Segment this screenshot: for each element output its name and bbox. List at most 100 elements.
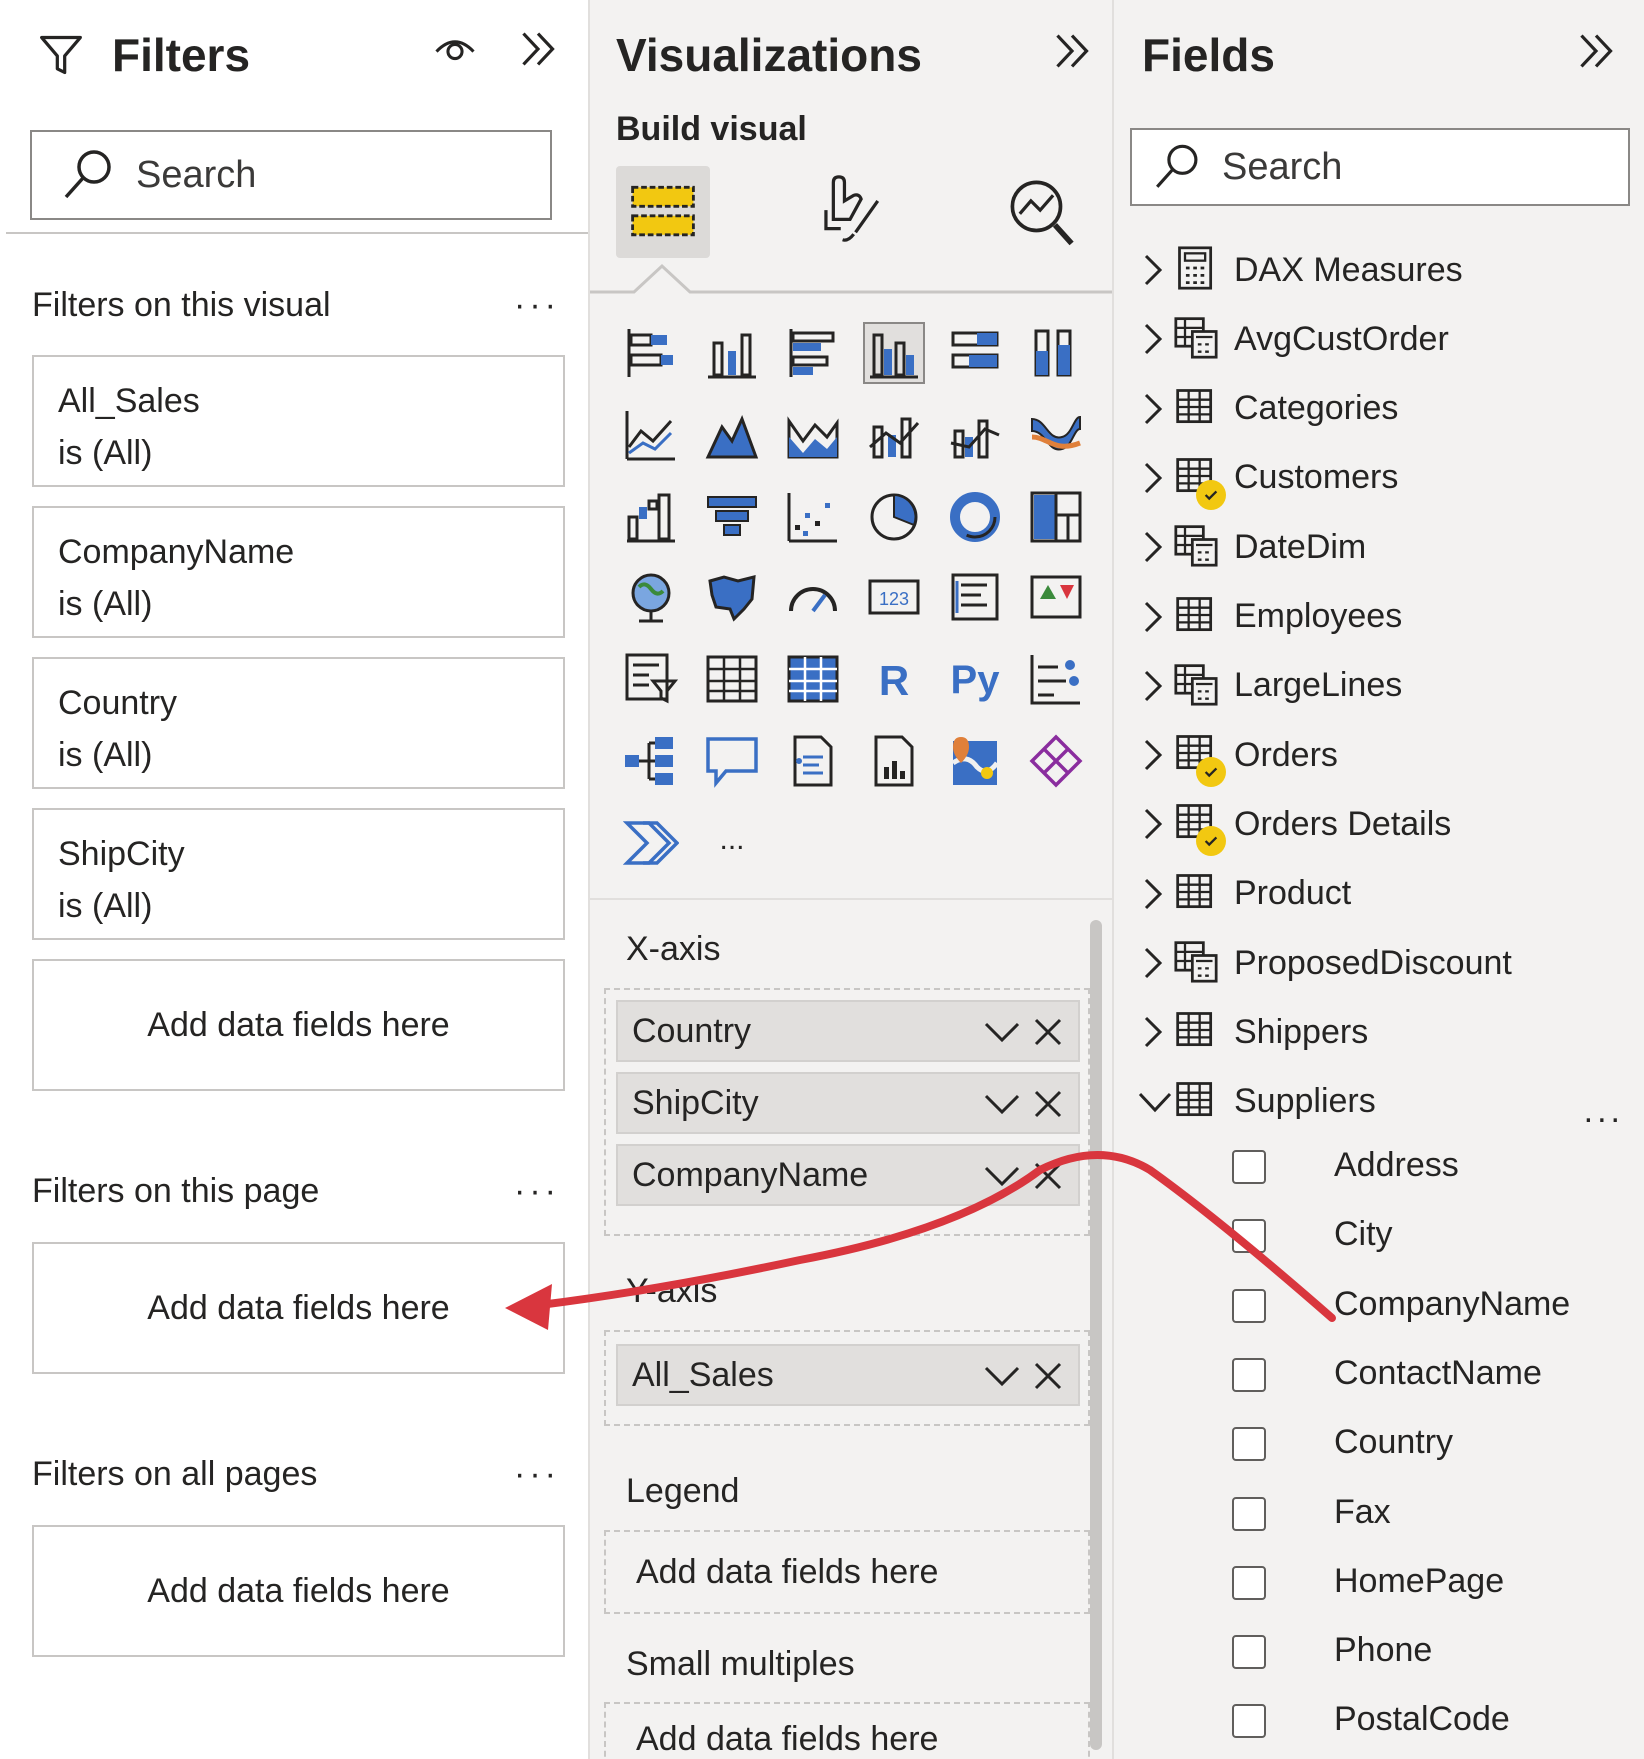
matrix-icon[interactable] <box>782 648 844 710</box>
chevron-right-icon[interactable] <box>1138 804 1168 844</box>
table-avgcustorder[interactable]: AvgCustOrder <box>1114 309 1644 369</box>
table-datedim[interactable]: DateDim <box>1114 517 1644 577</box>
field-checkbox[interactable] <box>1232 1150 1266 1184</box>
field-city[interactable]: City <box>1114 1207 1644 1267</box>
kpi-icon[interactable] <box>1025 566 1087 628</box>
field-checkbox[interactable] <box>1232 1427 1266 1462</box>
x-axis-field-country[interactable]: Country <box>616 1000 1080 1062</box>
field-checkbox[interactable] <box>1232 1219 1266 1254</box>
collapse-visualizations-icon[interactable] <box>1050 26 1094 76</box>
collapse-fields-icon[interactable] <box>1574 26 1618 76</box>
field-homepage[interactable]: HomePage <box>1114 1554 1644 1614</box>
line-chart-icon[interactable] <box>620 404 682 466</box>
all-pages-filters-drop-zone[interactable]: Add data fields here <box>32 1525 565 1657</box>
chevron-right-icon[interactable] <box>1138 250 1168 290</box>
eye-icon[interactable] <box>430 28 480 68</box>
field-checkbox[interactable] <box>1232 1288 1266 1323</box>
close-icon[interactable] <box>1030 1014 1066 1050</box>
chevron-right-icon[interactable] <box>1138 319 1168 359</box>
azure-map-icon[interactable] <box>944 730 1006 792</box>
stacked-column-chart-icon[interactable] <box>701 322 763 384</box>
build-visual-tab[interactable] <box>616 166 710 258</box>
100-stacked-column-chart-icon[interactable] <box>1025 322 1087 384</box>
stacked-bar-chart-icon[interactable] <box>620 322 682 384</box>
table-product[interactable]: Product <box>1114 864 1644 924</box>
x-axis-well[interactable]: Country ShipCity CompanyName <box>604 988 1090 1236</box>
visual-filters-drop-zone[interactable]: Add data fields here <box>32 959 565 1091</box>
field-phone[interactable]: Phone <box>1114 1623 1644 1683</box>
power-apps-icon[interactable] <box>1025 730 1087 792</box>
chevron-right-icon[interactable] <box>1138 943 1168 983</box>
card-icon[interactable]: 123 <box>863 566 925 628</box>
pie-chart-icon[interactable] <box>863 486 925 548</box>
more-options-icon[interactable]: ··· <box>514 286 560 325</box>
area-chart-icon[interactable] <box>701 404 763 466</box>
small-multiples-well[interactable]: Add data fields here <box>604 1702 1090 1759</box>
field-companyname[interactable]: CompanyName <box>1114 1277 1644 1337</box>
multi-row-card-icon[interactable] <box>944 566 1006 628</box>
smart-narrative-icon[interactable] <box>782 730 844 792</box>
python-visual-icon[interactable]: Py <box>944 648 1006 710</box>
filter-card-companyname[interactable]: CompanyName is (All) <box>32 506 565 638</box>
chevron-right-icon[interactable] <box>1138 666 1168 706</box>
analytics-tab[interactable] <box>1002 170 1082 254</box>
waterfall-chart-icon[interactable] <box>620 486 682 548</box>
chevron-right-icon[interactable] <box>1138 389 1168 429</box>
table-shippers[interactable]: Shippers <box>1114 1002 1644 1062</box>
key-influencers-icon[interactable] <box>1025 648 1087 710</box>
x-axis-field-shipcity[interactable]: ShipCity <box>616 1072 1080 1134</box>
chevron-down-icon[interactable] <box>982 1084 1022 1124</box>
scatter-chart-icon[interactable] <box>782 486 844 548</box>
y-axis-well[interactable]: All_Sales <box>604 1330 1090 1426</box>
fields-search-box[interactable] <box>1130 128 1630 206</box>
chevron-right-icon[interactable] <box>1138 597 1168 637</box>
table-dax-measures[interactable]: DAX Measures <box>1114 240 1644 300</box>
more-visuals-icon[interactable]: ... <box>701 812 763 874</box>
field-address[interactable]: Address <box>1114 1138 1644 1198</box>
gauge-icon[interactable] <box>782 566 844 628</box>
filters-search-box[interactable] <box>30 130 552 220</box>
field-postalcode[interactable]: PostalCode <box>1114 1692 1644 1752</box>
table-orders[interactable]: Orders <box>1114 725 1644 788</box>
field-checkbox[interactable] <box>1232 1635 1266 1670</box>
field-checkbox[interactable] <box>1232 1357 1266 1392</box>
chevron-right-icon[interactable] <box>1138 735 1168 775</box>
table-proposeddiscount[interactable]: ProposedDiscount <box>1114 933 1644 993</box>
x-axis-field-companyname[interactable]: CompanyName <box>616 1144 1080 1206</box>
100-stacked-bar-chart-icon[interactable] <box>944 322 1006 384</box>
fields-search-input[interactable] <box>1222 145 1570 189</box>
treemap-icon[interactable] <box>1025 486 1087 548</box>
more-options-icon[interactable]: ··· <box>514 1172 560 1211</box>
page-filters-drop-zone[interactable]: Add data fields here <box>32 1242 565 1374</box>
line-and-clustered-column-icon[interactable] <box>944 404 1006 466</box>
map-icon[interactable] <box>620 566 682 628</box>
more-options-icon[interactable]: ··· <box>514 1455 560 1494</box>
scrollbar[interactable] <box>1090 920 1102 1750</box>
r-visual-icon[interactable]: R <box>863 648 925 710</box>
power-automate-icon[interactable] <box>620 812 682 874</box>
stacked-area-chart-icon[interactable] <box>782 404 844 466</box>
close-icon[interactable] <box>1030 1358 1066 1394</box>
field-checkbox[interactable] <box>1232 1704 1266 1739</box>
table-categories[interactable]: Categories <box>1114 379 1644 439</box>
close-icon[interactable] <box>1030 1086 1066 1122</box>
legend-well[interactable]: Add data fields here <box>604 1530 1090 1614</box>
chevron-down-icon[interactable] <box>982 1012 1022 1052</box>
chevron-down-icon[interactable] <box>1134 1082 1172 1122</box>
field-checkbox[interactable] <box>1232 1496 1266 1531</box>
chevron-right-icon[interactable] <box>1138 1012 1168 1052</box>
decomposition-tree-icon[interactable] <box>620 730 682 792</box>
field-checkbox[interactable] <box>1232 1565 1266 1600</box>
qa-icon[interactable] <box>701 730 763 792</box>
format-visual-tab[interactable] <box>810 170 890 254</box>
funnel-chart-icon[interactable] <box>701 486 763 548</box>
filter-card-shipcity[interactable]: ShipCity is (All) <box>32 808 565 940</box>
line-and-stacked-column-icon[interactable] <box>863 404 925 466</box>
chevron-right-icon[interactable] <box>1138 458 1168 498</box>
collapse-filters-icon[interactable] <box>516 24 560 74</box>
ribbon-chart-icon[interactable] <box>1025 404 1087 466</box>
field-contactname[interactable]: ContactName <box>1114 1346 1644 1406</box>
paginated-report-icon[interactable] <box>863 730 925 792</box>
filters-search-input[interactable] <box>136 153 499 197</box>
y-axis-field-all-sales[interactable]: All_Sales <box>616 1344 1080 1406</box>
